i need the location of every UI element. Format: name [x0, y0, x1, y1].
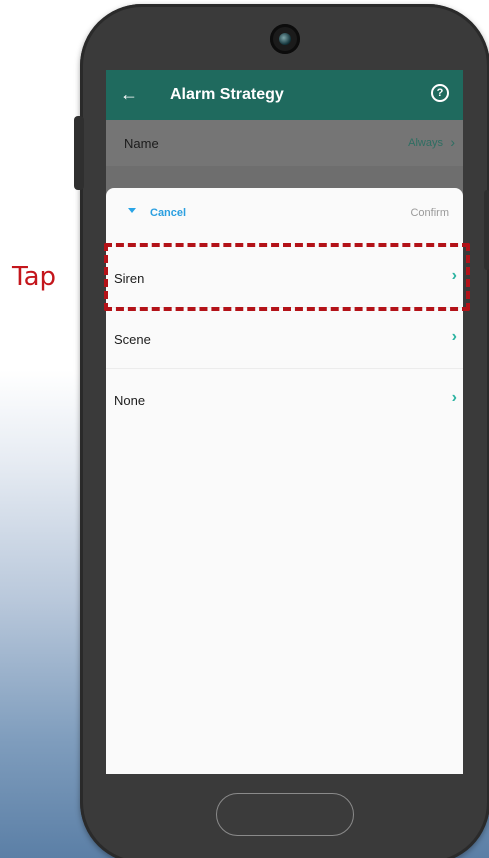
chevron-right-icon: ›: [450, 134, 455, 150]
phone-screen: ← Alarm Strategy ? Name Always › Cancel …: [106, 70, 463, 774]
caret-down-icon: [128, 208, 136, 213]
power-button: [484, 190, 489, 270]
option-label: Scene: [114, 332, 151, 347]
name-row[interactable]: Name Always ›: [106, 120, 463, 166]
confirm-button[interactable]: Confirm: [410, 207, 449, 219]
cancel-button[interactable]: Cancel: [150, 207, 186, 219]
chevron-right-icon: ›: [451, 328, 457, 345]
page-title: Alarm Strategy: [170, 86, 284, 103]
home-button[interactable]: [216, 793, 354, 836]
front-camera-icon: [270, 24, 300, 54]
chevron-right-icon: ›: [451, 389, 457, 406]
sheet-header: Cancel Confirm: [106, 188, 463, 238]
name-value: Always: [408, 137, 443, 149]
option-scene[interactable]: Scene ›: [106, 309, 463, 369]
option-none[interactable]: None ›: [106, 370, 463, 430]
tap-annotation-label: Tap: [12, 262, 57, 292]
app-bar: ← Alarm Strategy ?: [106, 70, 463, 120]
tap-highlight-box: [104, 243, 470, 311]
back-arrow-icon[interactable]: ←: [120, 85, 138, 103]
volume-button: [74, 116, 84, 190]
help-icon[interactable]: ?: [431, 84, 449, 102]
option-label: None: [114, 393, 146, 408]
name-label: Name: [124, 136, 159, 151]
